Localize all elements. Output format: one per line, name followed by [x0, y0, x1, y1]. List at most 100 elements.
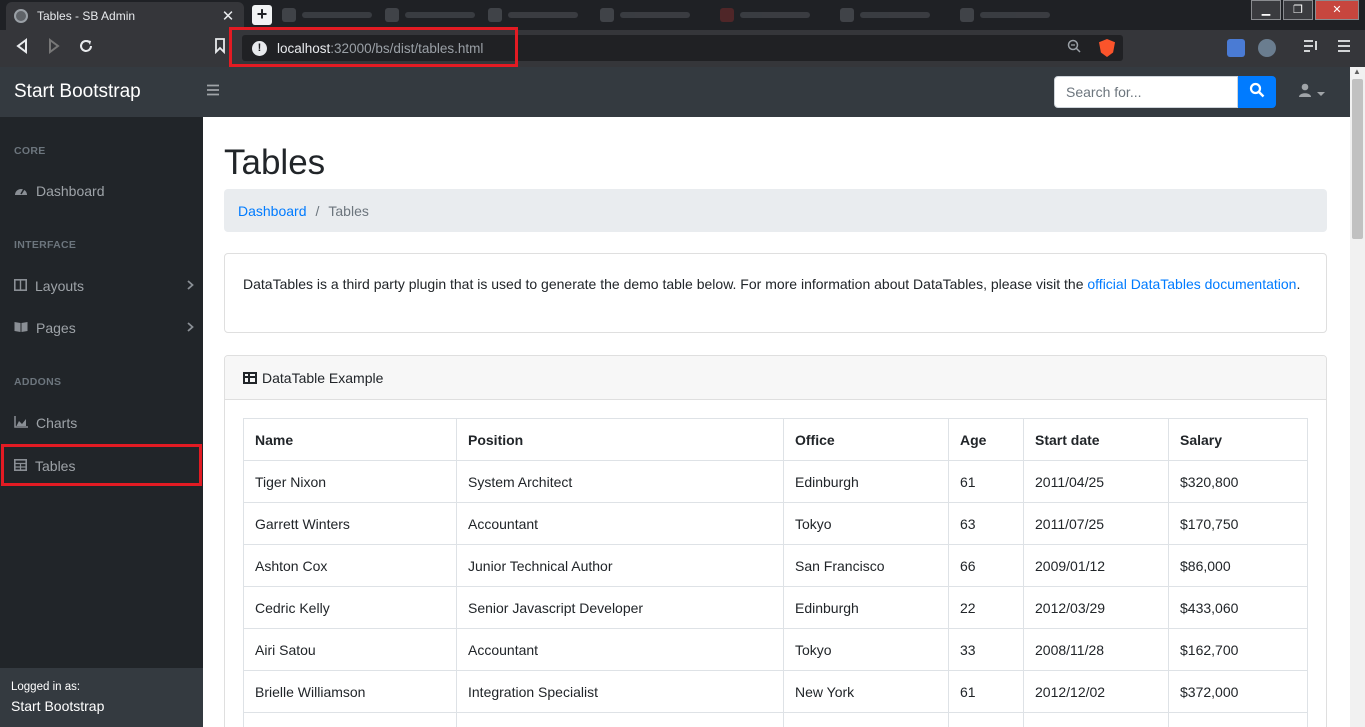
sidebar-heading-interface: INTERFACE	[14, 239, 77, 251]
intro-text: DataTables is a third party plugin that …	[243, 276, 1088, 292]
info-icon[interactable]: !	[252, 40, 267, 56]
table-cell: Tiger Nixon	[243, 460, 457, 503]
reload-icon[interactable]	[75, 38, 97, 58]
column-header-office[interactable]: Office	[783, 418, 949, 461]
tab-close-icon[interactable]: ✕	[220, 7, 236, 25]
restore-icon[interactable]: ❐	[1283, 0, 1313, 20]
user-dropdown[interactable]	[1298, 83, 1325, 100]
translate-icon[interactable]	[1227, 39, 1245, 57]
table-cell: 61	[948, 670, 1024, 713]
data-table: Name Position Office Age Start date Sala…	[243, 418, 1308, 727]
chevron-right-icon	[187, 279, 194, 293]
book-open-icon	[14, 320, 28, 336]
browser-tab-active[interactable]: Tables - SB Admin ✕	[6, 2, 244, 30]
background-tab[interactable]	[840, 7, 930, 23]
breadcrumb: Dashboard / Tables	[224, 189, 1327, 232]
table-cell	[948, 712, 1024, 727]
breadcrumb-current: Tables	[328, 202, 369, 219]
sidebar-item-tables[interactable]: Tables	[14, 455, 194, 477]
column-header-start-date[interactable]: Start date	[1023, 418, 1169, 461]
search-icon	[1249, 82, 1265, 103]
datatables-docs-link[interactable]: official DataTables documentation	[1087, 276, 1296, 292]
column-header-position[interactable]: Position	[456, 418, 784, 461]
logged-in-user: Start Bootstrap	[11, 698, 105, 714]
sidebar-item-layouts[interactable]: Layouts	[14, 275, 194, 297]
bookmark-icon[interactable]	[209, 38, 231, 58]
extension-icon[interactable]	[1258, 39, 1276, 57]
brave-shield-icon[interactable]	[1099, 39, 1115, 57]
table-cell	[1168, 712, 1308, 727]
new-tab-button[interactable]: +	[252, 5, 272, 25]
column-header-salary[interactable]: Salary	[1168, 418, 1308, 461]
table-icon	[243, 371, 257, 384]
search-input[interactable]	[1054, 76, 1238, 108]
table-cell: Integration Specialist	[456, 670, 784, 713]
table-cell: Airi Satou	[243, 628, 457, 671]
sidebar: CORE Dashboard INTERFACE Layouts Pages A…	[0, 117, 203, 727]
sidebar-item-dashboard[interactable]: Dashboard	[14, 180, 194, 202]
sidebar-heading-core: CORE	[14, 145, 46, 157]
table-cell	[783, 712, 949, 727]
sidebar-toggle-icon[interactable]	[206, 81, 220, 101]
globe-icon	[14, 9, 28, 23]
search-button[interactable]	[1238, 76, 1276, 108]
table-cell: Tokyo	[783, 502, 949, 545]
table-cell: 2009/01/12	[1023, 544, 1169, 587]
sidebar-item-charts[interactable]: Charts	[14, 412, 194, 434]
browser-tab-strip: Tables - SB Admin ✕ + ▁ ❐ ✕	[0, 0, 1365, 30]
background-tab[interactable]	[385, 7, 475, 23]
forward-icon[interactable]	[43, 38, 65, 58]
table-row	[243, 712, 1308, 727]
breadcrumb-link-dashboard[interactable]: Dashboard	[238, 203, 307, 219]
table-header-row: Name Position Office Age Start date Sala…	[243, 418, 1308, 461]
datatable-card: DataTable Example Name Position Office A…	[224, 355, 1327, 727]
table-cell: Brielle Williamson	[243, 670, 457, 713]
table-cell: $162,700	[1168, 628, 1308, 671]
scroll-up-icon[interactable]: ▲	[1353, 67, 1361, 76]
table-icon	[14, 458, 27, 474]
top-navbar: Start Bootstrap	[0, 67, 1350, 117]
sidebar-footer: Logged in as: Start Bootstrap	[0, 668, 203, 727]
background-tab[interactable]	[600, 7, 690, 23]
user-icon	[1298, 83, 1312, 100]
scroll-thumb[interactable]	[1352, 79, 1363, 239]
table-cell: $170,750	[1168, 502, 1308, 545]
table-cell: Edinburgh	[783, 460, 949, 503]
table-cell: Tokyo	[783, 628, 949, 671]
table-cell: Accountant	[456, 628, 784, 671]
back-icon[interactable]	[11, 38, 33, 58]
sidebar-item-label: Charts	[36, 415, 78, 431]
table-cell	[1023, 712, 1169, 727]
background-tab[interactable]	[960, 7, 1050, 23]
background-tab[interactable]	[720, 7, 810, 23]
playlist-icon[interactable]	[1300, 38, 1322, 58]
window-close-icon[interactable]: ✕	[1315, 0, 1359, 20]
logged-in-label: Logged in as:	[11, 681, 81, 693]
table-cell: $86,000	[1168, 544, 1308, 587]
breadcrumb-separator: /	[315, 202, 320, 219]
table-cell: Cedric Kelly	[243, 586, 457, 629]
table-cell: Garrett Winters	[243, 502, 457, 545]
minimize-icon[interactable]: ▁	[1251, 0, 1281, 20]
table-cell: $320,800	[1168, 460, 1308, 503]
page-title: Tables	[224, 143, 326, 182]
table-row: Garrett Winters Accountant Tokyo 63 2011/07/…	[243, 502, 1308, 545]
navbar-brand[interactable]: Start Bootstrap	[14, 81, 141, 103]
background-tab[interactable]	[488, 7, 578, 23]
table-cell: Junior Technical Author	[456, 544, 784, 587]
address-bar[interactable]: ! localhost:32000/bs/dist/tables.html	[242, 35, 1123, 61]
info-card: DataTables is a third party plugin that …	[224, 253, 1327, 333]
url-host: localhost	[277, 40, 331, 56]
zoom-icon[interactable]	[1067, 39, 1081, 56]
table-cell: $433,060	[1168, 586, 1308, 629]
table-cell: New York	[783, 670, 949, 713]
table-row: Cedric Kelly Senior Javascript Developer E…	[243, 586, 1308, 629]
tachometer-icon	[14, 183, 28, 199]
sidebar-item-pages[interactable]: Pages	[14, 317, 194, 339]
browser-menu-icon[interactable]	[1333, 38, 1355, 58]
page-scrollbar[interactable]: ▲	[1350, 67, 1365, 727]
background-tab[interactable]	[282, 7, 372, 23]
table-cell: 22	[948, 586, 1024, 629]
column-header-age[interactable]: Age	[948, 418, 1024, 461]
column-header-name[interactable]: Name	[243, 418, 457, 461]
